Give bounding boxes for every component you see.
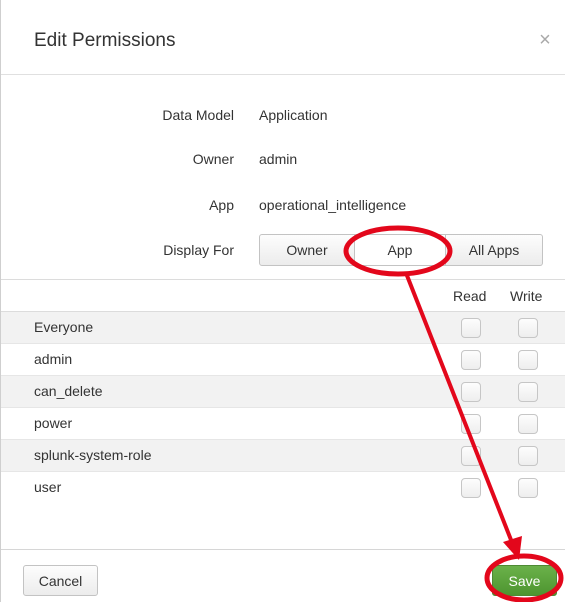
owner-label: Owner [192,151,234,167]
cancel-button[interactable]: Cancel [23,565,98,596]
display-for-label: Display For [163,242,234,258]
read-checkbox[interactable] [461,318,481,338]
role-name: admin [34,351,73,367]
edit-permissions-dialog: Edit Permissions × Data Model Applicatio… [0,0,565,602]
write-checkbox[interactable] [518,478,538,498]
write-column-header: Write [510,288,543,304]
table-row: power [1,408,565,440]
read-checkbox[interactable] [461,382,481,402]
display-for-owner-button[interactable]: Owner [259,234,355,266]
save-button[interactable]: Save [492,565,557,596]
data-model-value: Application [259,107,328,123]
display-for-app-button[interactable]: App [355,234,446,266]
app-value: operational_intelligence [259,197,407,213]
read-checkbox[interactable] [461,414,481,434]
read-column-header: Read [453,288,487,304]
permissions-table: Read Write Everyone admin can_delete pow… [1,279,565,504]
read-checkbox[interactable] [461,478,481,498]
table-row: Everyone [1,312,565,344]
permissions-header-row: Read Write [1,280,565,312]
write-checkbox[interactable] [518,318,538,338]
dialog-title: Edit Permissions [34,30,176,51]
role-name: splunk-system-role [34,447,152,463]
role-name: Everyone [34,319,94,335]
owner-value: admin [259,151,298,167]
table-row: user [1,472,565,504]
role-name: can_delete [34,383,103,399]
data-model-label: Data Model [162,107,234,123]
role-name: user [34,479,62,495]
display-for-toggle: Owner App All Apps [259,234,543,266]
write-checkbox[interactable] [518,382,538,402]
display-for-all-apps-button[interactable]: All Apps [446,234,543,266]
app-label: App [209,197,234,213]
write-checkbox[interactable] [518,414,538,434]
write-checkbox[interactable] [518,446,538,466]
table-row: can_delete [1,376,565,408]
table-row: admin [1,344,565,376]
read-checkbox[interactable] [461,350,481,370]
role-name: power [34,415,73,431]
dialog-header: Edit Permissions × [1,0,565,75]
read-checkbox[interactable] [461,446,481,466]
write-checkbox[interactable] [518,350,538,370]
close-icon[interactable]: × [535,30,555,50]
table-row: splunk-system-role [1,440,565,472]
